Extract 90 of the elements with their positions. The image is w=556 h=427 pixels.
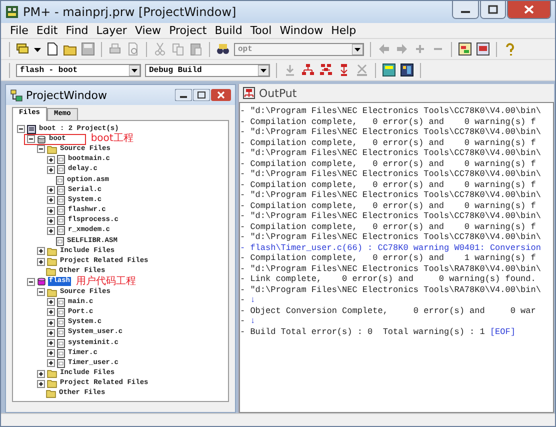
expand-icon[interactable]: [37, 370, 45, 378]
compiler-options-icon[interactable]: [382, 63, 396, 77]
output-line: - "d:\Program Files\NEC Electronics Tools\CC78K0\V4.00\bin\: [240, 169, 542, 180]
minimize-button[interactable]: [452, 1, 479, 19]
expand-icon[interactable]: [37, 380, 45, 388]
save-icon[interactable]: [81, 42, 95, 56]
output-line: - Compilation complete, 0 error(s) and 0 warning(s) f: [240, 116, 537, 127]
project-window-icon[interactable]: [458, 42, 472, 56]
annotation-label: 用户代码工程: [76, 276, 136, 287]
expand-icon[interactable]: [37, 247, 45, 256]
maximize-button[interactable]: [480, 1, 506, 19]
output-line: - Build Total error(s) : 0 Total warning(s) : 1 [EOF]: [240, 326, 516, 337]
output-line: - "d:\Program Files\NEC Electronics Tools\CC78K0\V4.00\bin\: [240, 127, 542, 138]
expand-icon[interactable]: [47, 298, 55, 306]
cylinder-icon: [37, 134, 46, 144]
menu-item[interactable]: Tool: [246, 24, 276, 37]
menu-item[interactable]: View: [130, 24, 166, 37]
app-icon: [5, 5, 19, 19]
project-tree-icon: [10, 88, 23, 102]
output-line: - "d:\Program Files\NEC Electronics Tools\CC78K0\V4.00\bin\: [240, 106, 542, 116]
output-line: - Compilation complete, 0 error(s) and 0 warning(s) f: [240, 138, 537, 148]
collapse-icon[interactable]: [37, 145, 45, 154]
expand-icon[interactable]: [47, 349, 55, 358]
output-line: - Compilation complete, 0 error(s) and 0 warning(s) f: [240, 158, 537, 169]
output-line: - "d:\Program Files\NEC Electronics Tools\CC78K0\V4.00\bin\: [240, 211, 542, 222]
close-button[interactable]: [507, 1, 551, 19]
output-line: - Object Conversion Complete, 0 error(s) and 0 war: [240, 306, 537, 316]
expand-icon[interactable]: [47, 206, 55, 215]
expand-icon[interactable]: [47, 318, 55, 327]
output-line: - "d:\Program Files\NEC Electronics Tools\RA78K0\V4.00\bin\: [240, 284, 542, 295]
collapse-icon[interactable]: [37, 288, 45, 296]
close-button[interactable]: [211, 89, 231, 101]
output-line: - flash\Timer_user.c(66) : CC78K0 warning W0401: Conversion: [240, 242, 542, 253]
build-icon[interactable]: [301, 63, 315, 77]
expand-icon[interactable]: [47, 339, 55, 348]
dropdown-arrow-icon: [129, 64, 140, 76]
expand-icon[interactable]: [47, 359, 55, 368]
folder-icon: [47, 144, 57, 154]
output-window-icon[interactable]: [476, 42, 490, 56]
annotation-label: boot工程: [90, 134, 134, 144]
binoculars-icon[interactable]: [216, 42, 230, 56]
expand-icon[interactable]: [47, 196, 55, 204]
output-line: - "d:\Program Files\NEC Electronics Tools\RA78K0\V4.00\bin\: [240, 264, 542, 274]
project-dropdown[interactable]: flash - boot: [16, 64, 141, 76]
open-project-icon[interactable]: [16, 42, 30, 56]
collapse-icon[interactable]: [17, 125, 25, 134]
output-line: - Compilation complete, 0 error(s) and 0 warning(s) f: [240, 200, 537, 211]
build-mode-dropdown[interactable]: Debug Build: [145, 64, 270, 76]
output-line: - Compilation complete, 0 error(s) and 1 warning(s) f: [240, 253, 537, 264]
output-icon: [243, 87, 255, 99]
menu-item[interactable]: Build: [210, 24, 246, 37]
output-line: - Compilation complete, 0 error(s) and 0 warning(s) f: [240, 222, 537, 232]
minimize-button[interactable]: [175, 89, 192, 101]
maximize-button[interactable]: [193, 89, 210, 101]
new-file-icon[interactable]: [45, 42, 59, 56]
expand-icon[interactable]: [37, 258, 45, 266]
window-title: PM+ - mainprj.prw [ProjectWindow]: [23, 5, 238, 19]
rebuild-icon[interactable]: [319, 63, 333, 77]
menu-item[interactable]: File: [6, 24, 32, 37]
output-line: - "d:\Program Files\NEC Electronics Tools\CC78K0\V4.00\bin\: [240, 232, 542, 242]
expand-icon[interactable]: [47, 216, 55, 225]
cylinder-icon: [37, 277, 46, 286]
expand-icon[interactable]: [47, 328, 55, 337]
expand-icon[interactable]: [47, 226, 55, 235]
menu-item[interactable]: Project: [165, 24, 211, 37]
menu-item[interactable]: Find: [62, 24, 92, 37]
output-line: - "d:\Program Files\NEC Electronics Tools\CC78K0\V4.00\bin\: [240, 190, 542, 200]
expand-icon[interactable]: [47, 308, 55, 316]
expand-icon[interactable]: [47, 186, 55, 194]
collapse-icon[interactable]: [27, 278, 35, 286]
output-line: - ↓: [240, 316, 256, 326]
output-line: - Link complete, 0 error(s) and 0 warning(s) found.: [240, 274, 537, 284]
menu-item[interactable]: Window: [276, 24, 328, 37]
output-line: - Compilation complete, 0 error(s) and 0 warning(s) f: [240, 180, 537, 190]
menu-item[interactable]: Edit: [32, 24, 62, 37]
linker-options-icon[interactable]: [400, 63, 414, 77]
collapse-icon[interactable]: [27, 135, 35, 144]
output-line: - "d:\Program Files\NEC Electronics Tools\CC78K0\V4.00\bin\: [240, 148, 542, 158]
panel-title: ProjectWindow: [26, 88, 108, 102]
expand-icon[interactable]: [47, 156, 55, 164]
expand-icon[interactable]: [47, 166, 55, 174]
panel-title: OutPut: [259, 86, 297, 100]
menu-item[interactable]: Layer: [92, 24, 131, 37]
dropdown-arrow-icon: [258, 64, 269, 76]
project-group-icon: [27, 124, 36, 134]
menu-item[interactable]: Help: [327, 24, 360, 37]
output-line: - ↓: [240, 295, 256, 306]
print-preview-icon[interactable]: [126, 42, 140, 56]
help-icon[interactable]: [503, 42, 517, 56]
dropdown-arrow-icon: [352, 44, 363, 54]
